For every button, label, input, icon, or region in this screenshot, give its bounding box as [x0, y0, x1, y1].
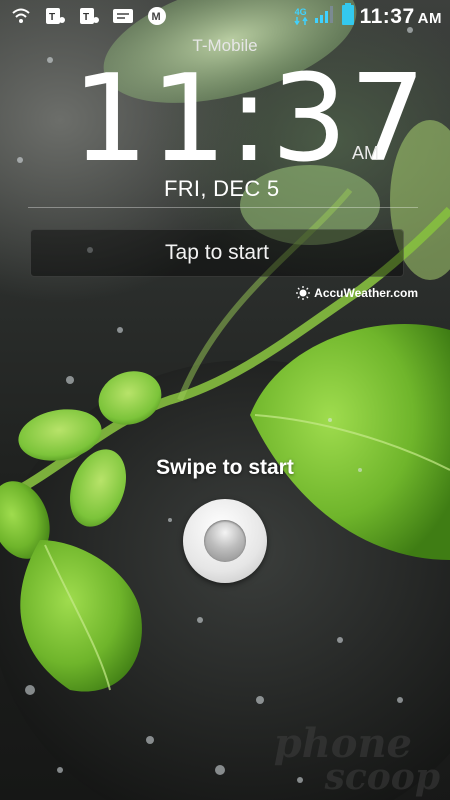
accuweather-logo[interactable]: AccuWeather.com	[296, 286, 418, 300]
accuweather-label: AccuWeather.com	[314, 286, 418, 300]
divider	[28, 207, 418, 208]
signal-strength-icon	[314, 4, 336, 29]
status-indicators: 4G 11:37 AM	[293, 3, 442, 30]
network-type-icon: 4G	[293, 8, 308, 25]
notification-icons: T T M	[10, 6, 168, 26]
sun-icon	[296, 286, 311, 300]
svg-text:M: M	[152, 11, 161, 23]
tmobile-app-icon: T	[44, 6, 66, 26]
swipe-to-start-label: Swipe to start	[156, 456, 294, 479]
unlock-handle-core	[204, 520, 246, 562]
battery-icon	[341, 3, 354, 30]
lock-clock-ampm: AM	[352, 143, 379, 163]
shield-icon	[10, 6, 32, 26]
status-clock: 11:37 AM	[359, 4, 442, 28]
tap-to-start-button[interactable]: Tap to start	[30, 229, 404, 277]
unlock-handle[interactable]	[183, 499, 267, 583]
tmobile-app-icon: T	[78, 6, 100, 26]
status-bar: T T M 4G 11:37 AM	[0, 0, 450, 32]
svg-text:T: T	[49, 12, 55, 23]
mail-icon: M	[146, 6, 168, 26]
svg-text:T: T	[83, 12, 89, 23]
message-icon	[112, 6, 134, 26]
phonescoop-watermark: phone scoop	[273, 720, 440, 798]
lock-date: FRI, DEC 5	[164, 176, 280, 201]
